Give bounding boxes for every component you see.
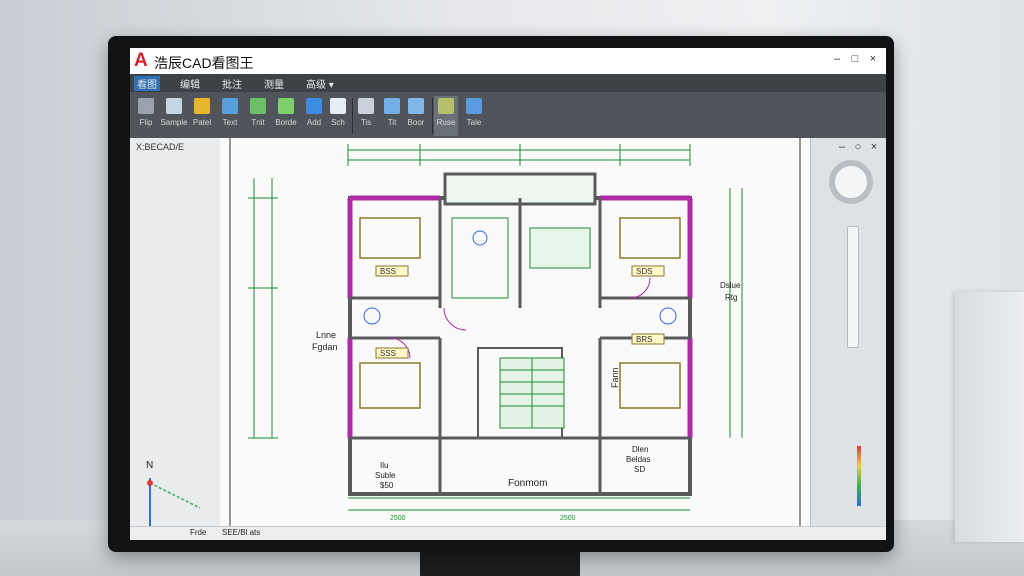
status-bar: Frde SEE/Bl ats — [130, 526, 886, 540]
room-label: Ilu — [380, 461, 388, 470]
tool-label: Boor — [407, 118, 425, 127]
monitor: A 浩辰CAD看图王 – □ × 看图 编辑 批注 测量 高级 ▾ Flip S… — [108, 36, 894, 552]
magnifier-icon — [408, 98, 424, 114]
tool-label: Tale — [466, 118, 482, 127]
compass-icon — [358, 98, 374, 114]
room-label: $50 — [380, 481, 394, 490]
room-label: BRS — [636, 335, 652, 344]
maximize-button[interactable]: □ — [848, 52, 862, 66]
menu-advanced[interactable]: 高级 ▾ — [306, 76, 334, 91]
menu-annotate[interactable]: 批注 — [222, 76, 242, 91]
tool-ruse[interactable]: Ruse — [434, 96, 458, 136]
panel-close-button[interactable]: × — [867, 140, 881, 154]
menu-measure[interactable]: 测量 — [264, 76, 284, 91]
user-icon — [166, 98, 182, 114]
tool-label: Borde — [275, 118, 297, 127]
minimize-button[interactable]: – — [830, 52, 844, 66]
left-panel: X:BECAD/E N — [130, 138, 220, 526]
tool-label: Ruse — [436, 118, 456, 127]
tool-label: Patel — [192, 118, 212, 127]
tool-tis[interactable]: Tis — [354, 96, 378, 136]
menu-view[interactable]: 看图 — [134, 76, 160, 91]
ribbon-separator — [432, 98, 433, 134]
room-label: Beldas — [626, 455, 650, 464]
tool-sch[interactable]: Sch — [326, 96, 350, 136]
center-label: Fann — [610, 367, 620, 388]
panel-restore-button[interactable]: ○ — [851, 140, 865, 154]
move-icon — [138, 98, 154, 114]
drawing-canvas[interactable]: BSS SDS SSS BRS Lnne Fgdan Dslue Rtg Fan… — [220, 138, 810, 526]
document-icon — [466, 98, 482, 114]
screen: A 浩辰CAD看图王 – □ × 看图 编辑 批注 测量 高级 ▾ Flip S… — [130, 48, 886, 540]
navigation-wheel-icon[interactable] — [829, 160, 873, 204]
tool-patel[interactable]: Patel — [190, 96, 214, 136]
ribbon-toolbar: Flip Sample Patel Text Tnit Borde Add Sc… — [130, 92, 886, 139]
leaf-icon — [278, 98, 294, 114]
note-label: Lnne — [316, 330, 336, 340]
dimension-label: 2500 — [560, 515, 576, 522]
tool-label: Sample — [160, 118, 188, 127]
note-label: Dslue — [720, 281, 741, 290]
window-icon — [330, 98, 346, 114]
tool-borde[interactable]: Borde — [274, 96, 298, 136]
dimension-label: 2500 — [390, 515, 406, 522]
room-label: Fonmom — [508, 478, 547, 489]
note-label: Fgdan — [312, 342, 338, 352]
right-panel: – ○ × — [810, 138, 886, 526]
zoom-slider[interactable] — [847, 226, 859, 348]
tool-add[interactable]: Add — [302, 96, 326, 136]
monitor-stand — [420, 548, 580, 576]
tool-label: Text — [222, 118, 238, 127]
ribbon-separator — [352, 98, 353, 134]
tool-label: Tnit — [251, 118, 265, 127]
background-box — [955, 292, 1024, 542]
status-text: SEE/Bl ats — [222, 528, 261, 537]
color-scale-bar — [857, 446, 861, 506]
tool-tale[interactable]: Tale — [462, 96, 486, 136]
tool-tit[interactable]: Tit — [380, 96, 404, 136]
note-label: Rtg — [725, 293, 737, 302]
tool-boor[interactable]: Boor — [404, 96, 428, 136]
status-text: Frde — [190, 528, 207, 537]
room-label: Dlen — [632, 445, 648, 454]
room-label: BSS — [380, 267, 396, 276]
grid-icon — [438, 98, 454, 114]
text-icon — [222, 98, 238, 114]
brush-icon — [250, 98, 266, 114]
close-button[interactable]: × — [866, 52, 880, 66]
title-bar: A 浩辰CAD看图王 – □ × — [130, 48, 886, 74]
layer-icon — [306, 98, 322, 114]
panel-minimize-button[interactable]: – — [835, 140, 849, 154]
room-label: SDS — [636, 267, 652, 276]
room-label: SD — [634, 465, 645, 474]
tool-sample[interactable]: Sample — [160, 96, 188, 136]
svg-text:N: N — [146, 460, 153, 471]
room-label: Suble — [375, 471, 396, 480]
room-label: SSS — [380, 349, 396, 358]
tool-label: Flip — [139, 118, 153, 127]
cube-icon — [384, 98, 400, 114]
tool-tnit[interactable]: Tnit — [246, 96, 270, 136]
pencil-icon — [194, 98, 210, 114]
menu-bar: 看图 编辑 批注 测量 高级 ▾ — [130, 74, 886, 92]
tool-text[interactable]: Text — [218, 96, 242, 136]
tool-label: Sch — [331, 118, 345, 127]
app-logo-icon: A — [134, 50, 148, 71]
menu-edit[interactable]: 编辑 — [180, 76, 200, 91]
app-title: 浩辰CAD看图王 — [154, 55, 254, 71]
tool-flip[interactable]: Flip — [134, 96, 158, 136]
axis-indicator: N — [146, 460, 201, 526]
floor-plan: BSS SDS SSS BRS Lnne Fgdan Dslue Rtg Fan… — [229, 138, 801, 526]
